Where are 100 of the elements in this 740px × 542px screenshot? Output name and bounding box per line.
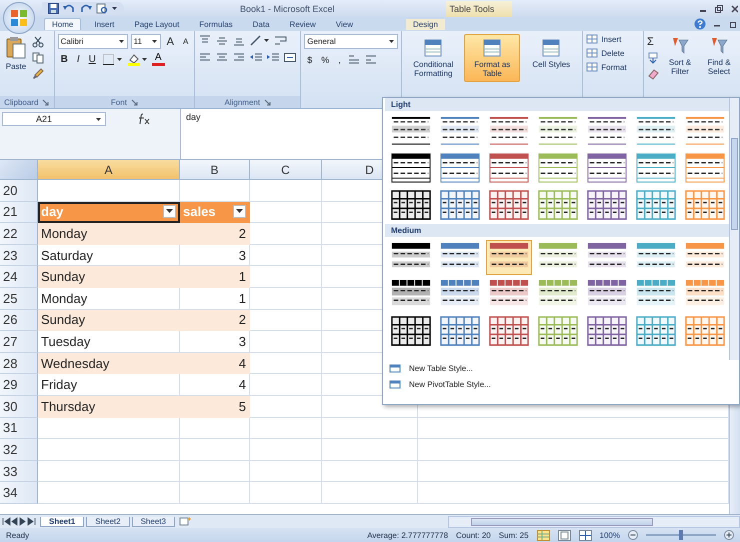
cells-button[interactable]: Format [586, 62, 640, 72]
menu-item[interactable]: New PivotTable Style... [383, 376, 739, 392]
dialog-launcher-icon[interactable] [130, 98, 138, 106]
ribbon-tab[interactable]: Design [406, 18, 445, 30]
horizontal-scrollbar[interactable] [448, 516, 740, 528]
gallery-scrollbar[interactable] [729, 98, 739, 360]
row-header[interactable]: 33 [0, 460, 38, 482]
zoom-out-icon[interactable] [628, 530, 638, 540]
column-header[interactable]: C [250, 160, 322, 180]
zoom-level[interactable]: 100% [600, 530, 620, 540]
row-header[interactable]: 22 [0, 223, 38, 245]
increase-decimal-icon[interactable] [346, 53, 361, 66]
column-header[interactable]: B [180, 160, 250, 180]
close-icon[interactable] [730, 4, 738, 14]
scrollbar-thumb[interactable] [731, 138, 738, 230]
row-header[interactable]: 29 [0, 374, 38, 396]
table-style-swatch[interactable] [682, 188, 728, 223]
table-style-swatch[interactable] [437, 314, 483, 349]
font-style-button[interactable]: B [58, 54, 71, 65]
number-format-button[interactable]: $ [304, 54, 316, 64]
scrollbar-thumb[interactable] [471, 518, 653, 526]
grow-font-button[interactable]: A [164, 36, 177, 48]
copy-icon[interactable] [32, 52, 44, 64]
sheet-tab[interactable]: Sheet3 [132, 516, 175, 526]
font-style-button[interactable]: I [74, 54, 83, 65]
autosum-button[interactable]: Σ [647, 36, 659, 48]
table-style-swatch[interactable] [388, 188, 434, 223]
cells-button[interactable]: Insert [586, 34, 640, 44]
row-header[interactable]: 28 [0, 352, 38, 374]
table-style-swatch[interactable] [584, 314, 630, 349]
table-style-swatch[interactable] [486, 314, 532, 349]
dialog-launcher-icon[interactable] [264, 98, 272, 106]
font-name-field[interactable]: Calibri [58, 34, 128, 49]
filter-dropdown[interactable] [163, 205, 176, 218]
table-style-swatch[interactable] [535, 188, 581, 223]
styles-button[interactable]: Conditional Formatting [405, 34, 462, 82]
insert-sheet-icon[interactable] [176, 516, 193, 526]
border-icon[interactable] [102, 53, 124, 66]
name-box[interactable]: A21 [2, 112, 106, 126]
help-icon[interactable] [694, 18, 706, 30]
editing-button[interactable]: Sort & Filter [662, 34, 698, 78]
shrink-font-button[interactable]: A [180, 37, 192, 46]
font-color-button[interactable]: A [152, 53, 165, 66]
save-icon[interactable] [48, 3, 59, 14]
table-style-swatch[interactable] [486, 240, 532, 275]
ribbon-tab[interactable]: Insert [87, 18, 122, 30]
row-header[interactable]: 31 [0, 418, 38, 440]
fill-down-icon[interactable] [647, 52, 659, 64]
merge-cells-icon[interactable] [283, 51, 298, 64]
row-header[interactable]: 23 [0, 244, 38, 266]
row-header[interactable]: 30 [0, 396, 38, 418]
styles-button[interactable]: Cell Styles [523, 34, 580, 73]
zoom-in-icon[interactable] [724, 530, 734, 540]
row-header[interactable]: 25 [0, 288, 38, 310]
number-format-field[interactable]: General [304, 34, 398, 49]
row-header[interactable]: 27 [0, 331, 38, 353]
undo-icon[interactable] [62, 3, 76, 14]
row-header[interactable]: 32 [0, 439, 38, 461]
page-break-icon[interactable] [578, 530, 592, 540]
row-header[interactable]: 26 [0, 310, 38, 332]
row-header[interactable]: 21 [0, 202, 38, 224]
table-style-swatch[interactable] [633, 188, 679, 223]
ribbon-tab[interactable]: View [328, 18, 360, 30]
ribbon-tab[interactable]: Formulas [192, 18, 240, 30]
table-style-swatch[interactable] [388, 314, 434, 349]
row-header[interactable]: 20 [0, 180, 38, 202]
ribbon-tab[interactable]: Page Layout [127, 18, 186, 30]
table-style-swatch[interactable] [535, 314, 581, 349]
font-style-button[interactable]: U [86, 54, 99, 65]
table-style-swatch[interactable] [682, 314, 728, 349]
ribbon-tab[interactable]: Home [44, 18, 82, 30]
decrease-decimal-icon[interactable] [364, 53, 378, 66]
ribbon-tab[interactable]: Data [246, 18, 277, 30]
redo-icon[interactable] [79, 3, 93, 14]
brush-icon[interactable] [32, 68, 44, 80]
table-style-swatch[interactable] [486, 188, 532, 223]
eraser-icon[interactable] [647, 68, 659, 80]
caret-icon[interactable] [111, 5, 118, 12]
orientation-icon[interactable] [249, 34, 272, 47]
menu-item[interactable]: New Table Style... [383, 360, 739, 376]
scissors-icon[interactable] [32, 36, 44, 48]
print-preview-icon[interactable] [96, 3, 108, 14]
table-style-swatch[interactable] [633, 314, 679, 349]
filter-dropdown[interactable] [233, 205, 246, 218]
ribbon-tab[interactable]: Review [282, 18, 323, 30]
insert-function-icon[interactable] [136, 113, 152, 125]
sheet-navigation-icon[interactable] [2, 517, 38, 526]
row-header[interactable]: 34 [0, 482, 38, 504]
styles-button[interactable]: Format as Table [464, 34, 520, 82]
table-style-swatch[interactable] [584, 188, 630, 223]
wrap-text-icon[interactable] [274, 34, 288, 47]
sheet-tab[interactable]: Sheet2 [86, 516, 130, 526]
fill-color-icon[interactable] [126, 53, 149, 66]
font-size-field[interactable]: 11 [130, 34, 161, 49]
page-layout-icon[interactable] [558, 530, 571, 540]
cells-button[interactable]: Delete [586, 48, 640, 58]
number-format-button[interactable]: % [318, 54, 332, 64]
dialog-launcher-icon[interactable] [42, 98, 50, 106]
editing-button[interactable]: Find & Select [701, 34, 737, 78]
table-style-swatch[interactable] [437, 188, 483, 223]
